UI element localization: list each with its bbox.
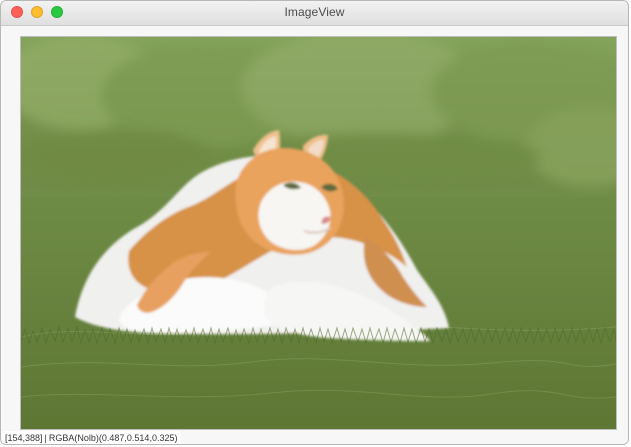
imageview-window: ImageView [154,388] | RGBA(Nolb)(0.487,0… xyxy=(0,0,629,445)
pixel-value: RGBA(Nolb)(0.487,0.514,0.325) xyxy=(48,433,178,443)
image-content-area: [154,388] | RGBA(Nolb)(0.487,0.514,0.325) xyxy=(1,26,628,444)
cursor-coordinates: [154,388] xyxy=(5,433,43,443)
cat-photo xyxy=(21,37,616,429)
window-title: ImageView xyxy=(284,5,345,19)
status-bar: [154,388] | RGBA(Nolb)(0.487,0.514,0.325) xyxy=(2,431,181,444)
title-bar: ImageView xyxy=(1,1,628,26)
